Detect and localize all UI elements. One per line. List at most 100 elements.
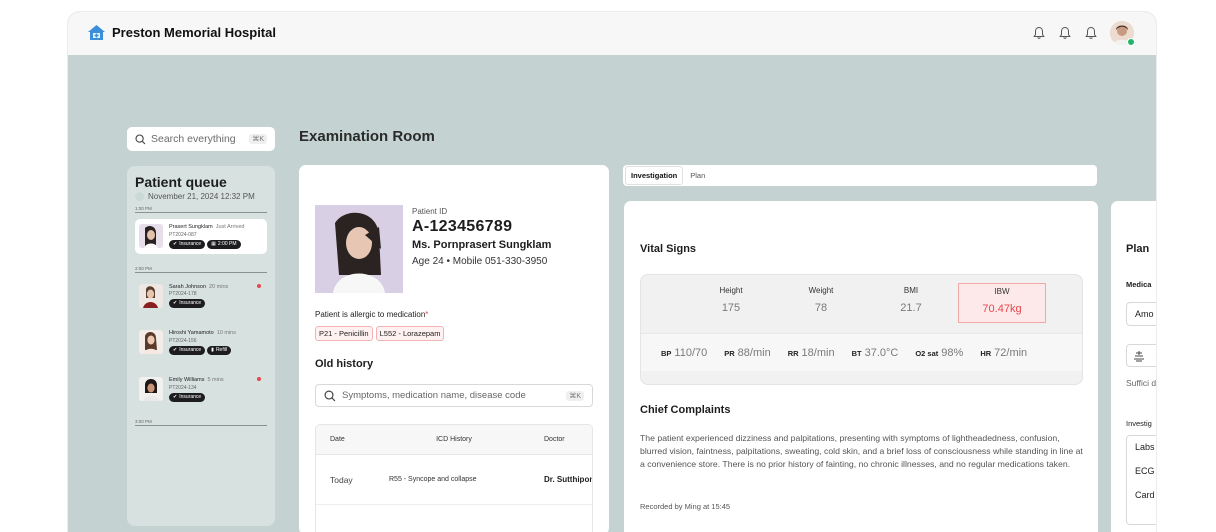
vital-bp: BP 110/70 bbox=[661, 346, 708, 359]
vital-signs-row: BP 110/70 PR 88/min RR 18/min BT 37.0°C O2 s… bbox=[641, 333, 1082, 371]
queue-item-info: Sarah Johnson 20 mins PT2024-178 ✔ Insuran… bbox=[169, 283, 229, 309]
queue-item[interactable]: Prasert Sungklam Just Arrived PT2024-087 … bbox=[135, 219, 267, 254]
patient-id: A-123456789 bbox=[412, 218, 513, 235]
patient-thumbnail bbox=[139, 377, 163, 402]
check-icon: ✔ bbox=[173, 240, 178, 247]
queue-item[interactable]: Sarah Johnson 20 mins PT2024-178 ✔ Insuran… bbox=[135, 279, 267, 314]
patient-thumbnail bbox=[139, 283, 163, 308]
check-icon: ✔ bbox=[173, 300, 178, 307]
list-item[interactable]: Card bbox=[1127, 484, 1156, 508]
insurance-badge: ✔ Insurance bbox=[169, 346, 206, 356]
tab-investigation[interactable]: Investigation bbox=[625, 166, 684, 185]
plan-title: Plan bbox=[1126, 243, 1150, 255]
patient-id-label: Patient ID bbox=[412, 207, 448, 216]
queue-item[interactable]: Emily Williams 5 mins PT2024-134 ✔ Insuran… bbox=[135, 372, 267, 407]
patient-card: Patient ID A-123456789 Ms. Pornprasert S… bbox=[299, 165, 609, 532]
search-icon bbox=[135, 133, 146, 144]
calendar-icon: ▦ bbox=[211, 240, 216, 247]
bell-icon[interactable] bbox=[1058, 26, 1072, 40]
user-avatar[interactable] bbox=[1110, 21, 1135, 46]
table-row[interactable]: Today R55 - Syncope and collapse Dr. Sut… bbox=[316, 455, 592, 505]
time-slot-label: 3:00 PM bbox=[135, 419, 267, 426]
column-header[interactable]: ICD History bbox=[389, 436, 544, 443]
vital-rr: RR 18/min bbox=[787, 346, 835, 359]
search-shortcut: ⌘K bbox=[249, 134, 267, 144]
online-status-dot bbox=[1127, 38, 1135, 46]
app-title: Preston Memorial Hospital bbox=[112, 25, 276, 40]
table-header: Date ICD History Doctor bbox=[316, 425, 592, 455]
column-header[interactable]: Doctor bbox=[544, 436, 592, 443]
time-slot-label: 1:00 PM bbox=[135, 206, 267, 213]
chief-complaints-title: Chief Complaints bbox=[640, 404, 731, 416]
home-icon bbox=[88, 25, 105, 40]
medication-input[interactable]: Amo bbox=[1126, 302, 1156, 326]
alert-dot bbox=[257, 377, 261, 382]
vital-signs-title: Vital Signs bbox=[640, 243, 697, 255]
pill-icon bbox=[1134, 351, 1144, 362]
patient-photo bbox=[315, 205, 403, 293]
column-header[interactable]: Date bbox=[316, 436, 389, 443]
patient-queue: Patient queue November 21, 2024 12:32 PM… bbox=[127, 166, 275, 526]
alert-dot bbox=[257, 283, 261, 288]
bell-icon[interactable] bbox=[1084, 26, 1098, 40]
vital-hr: HR 72/min bbox=[980, 346, 1028, 359]
vital-ibw: IBW 70.47kg bbox=[958, 283, 1046, 323]
insurance-badge: ✔ Insurance bbox=[169, 299, 206, 309]
plan-card: Plan Medica Amo Suffici days Investig La… bbox=[1111, 201, 1156, 532]
appointment-badge: ▦ 2:00 PM bbox=[207, 239, 241, 249]
vital-weight: Weight 78 bbox=[808, 286, 834, 314]
allergy-tags: P21 - Penicillin L552 - Lorazepam bbox=[315, 326, 445, 341]
pill-button[interactable] bbox=[1126, 344, 1156, 367]
check-icon: ✔ bbox=[173, 347, 178, 354]
queue-item-info: Emily Williams 5 mins PT2024-134 ✔ Insuran… bbox=[169, 377, 224, 402]
bell-icon[interactable] bbox=[1032, 26, 1046, 40]
list-item[interactable]: Labs bbox=[1127, 436, 1156, 460]
vital-bmi: BMI 21.7 bbox=[900, 286, 922, 314]
insurance-badge: ✔ Insurance bbox=[169, 392, 206, 402]
medication-label: Medica bbox=[1126, 280, 1152, 289]
insurance-badge: ✔ Insurance bbox=[169, 239, 206, 249]
refill-badge: ▮ Refill bbox=[207, 346, 232, 356]
old-history-title: Old history bbox=[315, 358, 374, 370]
tab-plan[interactable]: Plan bbox=[685, 167, 710, 184]
allergy-tag[interactable]: P21 - Penicillin bbox=[315, 326, 373, 341]
vital-bt: BT 37.0°C bbox=[851, 346, 899, 359]
history-search-shortcut: ⌘K bbox=[566, 390, 584, 401]
global-search[interactable]: Search everything ⌘K bbox=[127, 127, 275, 151]
history-table: Date ICD History Doctor Today R55 - Sync… bbox=[315, 424, 593, 532]
search-icon bbox=[324, 389, 336, 401]
search-placeholder: Search everything bbox=[151, 133, 236, 145]
queue-date: November 21, 2024 12:32 PM bbox=[135, 192, 267, 201]
patient-name: Ms. Pornprasert Sungklam bbox=[412, 239, 552, 251]
time-slot-label: 2:00 PM bbox=[135, 266, 267, 273]
allergy-label: Patient is allergic to medication* bbox=[315, 310, 429, 319]
list-item[interactable]: ECG bbox=[1127, 460, 1156, 484]
investigation-list: Labs ECG Card bbox=[1126, 435, 1156, 525]
queue-item-info: Hiroshi Yamamoto 10 mins PT2024-156 ✔ Insu… bbox=[169, 330, 236, 356]
brand[interactable]: Preston Memorial Hospital bbox=[88, 25, 276, 40]
investigation-label: Investig bbox=[1126, 419, 1152, 428]
vital-o2-sat: O2 sat 98% bbox=[915, 346, 964, 359]
patient-meta: Age 24 • Mobile 051-330-3950 bbox=[412, 256, 548, 267]
calendar-icon bbox=[135, 192, 144, 201]
detail-tabs: Investigation Plan bbox=[623, 165, 1097, 186]
history-search-input[interactable]: Symptoms, medication name, disease code … bbox=[315, 384, 593, 407]
patient-thumbnail bbox=[139, 224, 163, 248]
allergy-tag[interactable]: L552 - Lorazepam bbox=[375, 326, 445, 341]
investigation-card: Vital Signs Height 175 Weight 78 BMI 21.7 I… bbox=[624, 201, 1098, 532]
top-bar: Preston Memorial Hospital bbox=[68, 12, 1156, 55]
patient-thumbnail bbox=[139, 330, 163, 355]
check-icon: ✔ bbox=[173, 393, 178, 400]
recorded-by: Recorded by Ming at 15:45 bbox=[640, 502, 731, 511]
app-window: Preston Memorial Hospital Search everyth… bbox=[68, 12, 1156, 532]
top-actions bbox=[1032, 21, 1135, 46]
vital-signs-panel: Height 175 Weight 78 BMI 21.7 IBW 70.47kg BP… bbox=[640, 274, 1083, 385]
vital-height: Height 175 bbox=[719, 286, 743, 314]
history-search-placeholder: Symptoms, medication name, disease code bbox=[342, 390, 526, 401]
queue-item[interactable]: Hiroshi Yamamoto 10 mins PT2024-156 ✔ Insu… bbox=[135, 325, 267, 360]
vital-pr: PR 88/min bbox=[724, 346, 771, 359]
chief-complaints-text: The patient experienced dizziness and pa… bbox=[640, 433, 1083, 470]
refill-icon: ▮ bbox=[211, 347, 214, 354]
sufficient-days: Suffici days bbox=[1126, 378, 1156, 388]
queue-item-info: Prasert Sungklam Just Arrived PT2024-087 … bbox=[169, 224, 245, 249]
